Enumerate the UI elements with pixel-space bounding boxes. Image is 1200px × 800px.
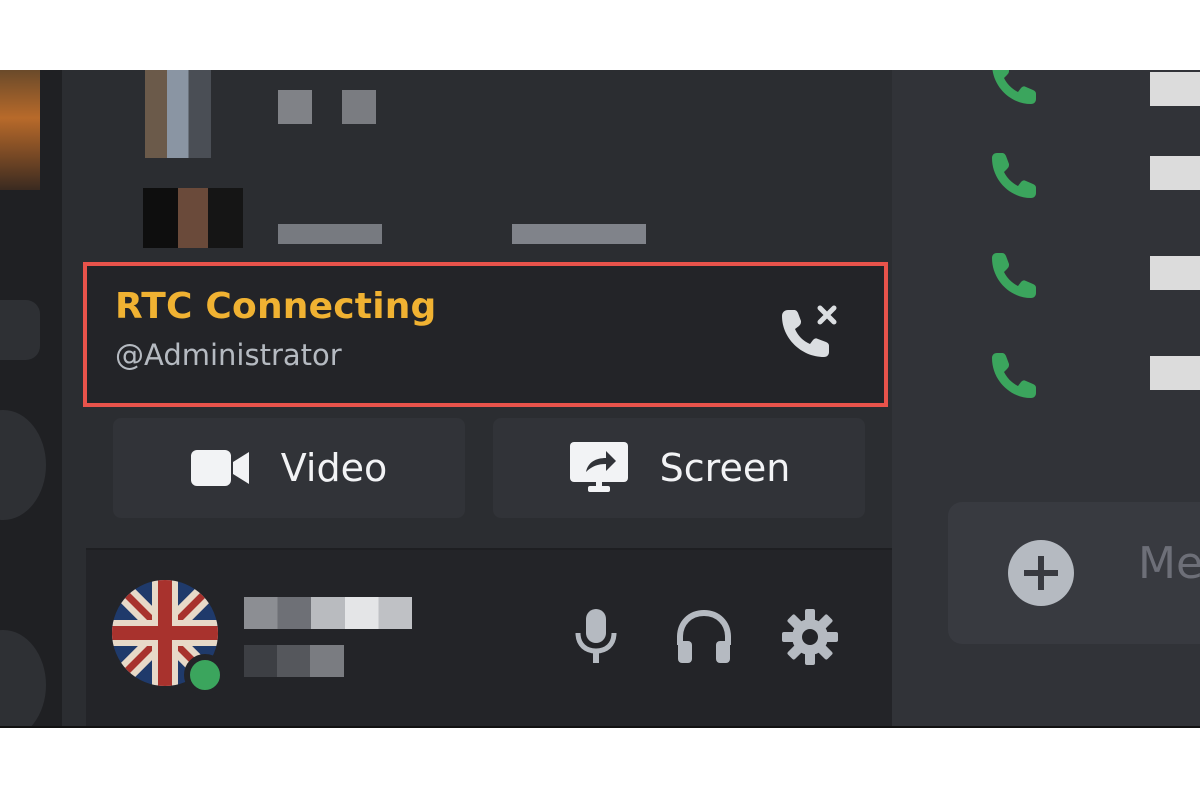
video-camera-icon [190,450,249,486]
user-tag-pixelated [244,645,344,677]
member-name-pixelated [278,90,312,124]
server-icon[interactable] [0,630,46,727]
member-avatar-pixelated[interactable] [145,70,211,158]
member-name-pixelated [512,224,646,244]
screen-share-button-label: Screen [659,446,791,490]
dm-call-panel: Me [892,70,1200,727]
user-panel [86,550,892,727]
screen-share-button[interactable]: Screen [493,418,865,518]
server-icon-pixelated[interactable] [0,70,40,190]
member-avatar-pixelated[interactable] [143,188,243,248]
phone-icon[interactable] [984,70,1042,110]
dm-name-pixelated [1150,356,1200,390]
video-button-label: Video [280,446,388,490]
server-icon[interactable] [0,410,46,520]
member-name-pixelated [278,224,382,244]
username-pixelated [244,597,412,629]
rtc-channel-text[interactable]: @Administrator [115,338,342,372]
headphones-icon[interactable] [672,605,736,669]
settings-gear-icon[interactable] [778,605,842,669]
phone-icon[interactable] [984,246,1042,304]
voice-connection-panel: RTC Connecting @Administrator [83,262,888,407]
message-input-placeholder[interactable]: Me [1138,538,1200,589]
rtc-status-text[interactable]: RTC Connecting [115,286,437,327]
server-rail [0,70,62,727]
online-status-indicator [184,654,226,696]
dm-name-pixelated [1150,156,1200,190]
add-attachment-icon[interactable] [1008,540,1074,606]
message-input-box[interactable]: Me [948,502,1200,644]
video-button[interactable]: Video [113,418,465,518]
member-name-pixelated [342,90,376,124]
phone-icon[interactable] [984,346,1042,404]
dm-name-pixelated [1150,256,1200,290]
phone-disconnect-icon[interactable] [772,300,842,362]
discord-client: RTC Connecting @Administrator Video Scre… [0,70,1200,727]
server-icon[interactable] [0,300,40,360]
dm-name-pixelated [1150,72,1200,106]
microphone-icon[interactable] [564,605,628,669]
screen-share-icon [569,442,628,492]
screenshot-border [0,726,1200,728]
phone-icon[interactable] [984,146,1042,204]
